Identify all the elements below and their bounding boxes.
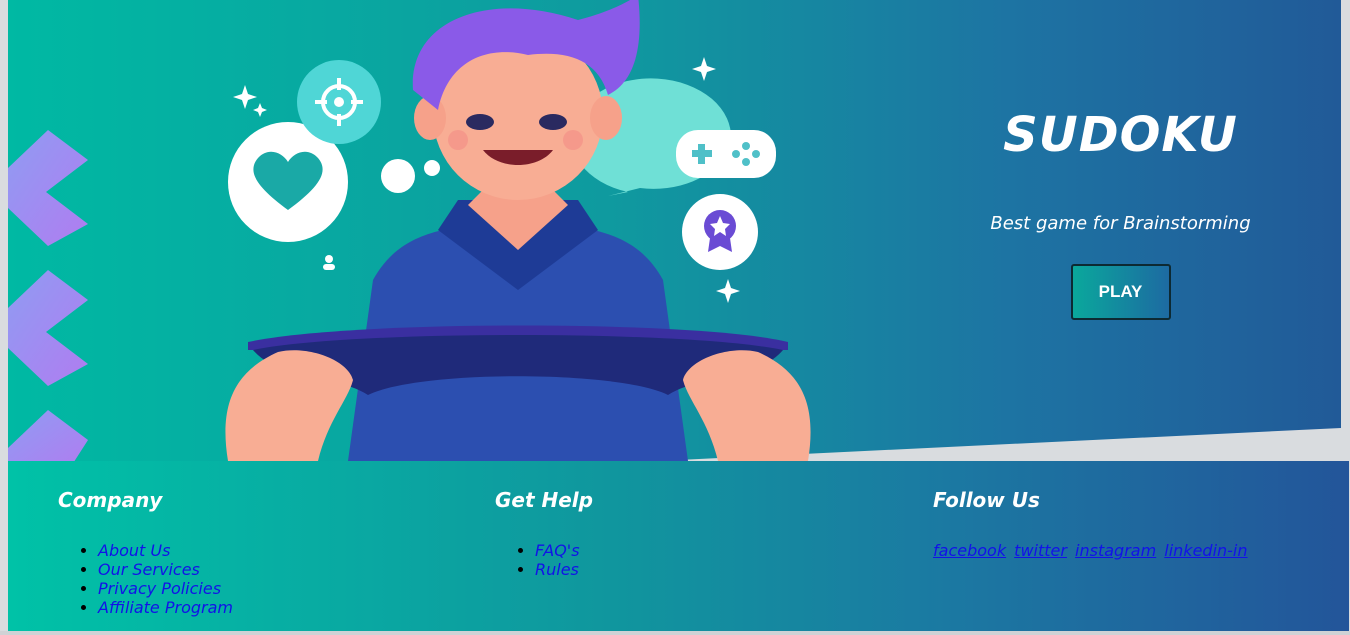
rules-link[interactable]: Rules (535, 560, 579, 579)
facebook-link[interactable]: facebook (933, 541, 1006, 560)
play-button[interactable]: PLAY (1070, 264, 1171, 320)
hero-banner: SUDOKU Best game for Brainstorming PLAY (8, 0, 1341, 461)
affiliate-program-link[interactable]: Affiliate Program (98, 598, 233, 617)
list-item: Our Services (98, 560, 233, 579)
footer-help-heading: Get Help (495, 488, 593, 512)
list-item: Privacy Policies (98, 579, 233, 598)
linkedin-link[interactable]: linkedin-in (1164, 541, 1247, 560)
instagram-link[interactable]: instagram (1075, 541, 1156, 560)
chevron-decoration (8, 130, 88, 461)
social-links: facebook twitter instagram linkedin-in (933, 541, 1251, 560)
footer-follow: Follow Us facebook twitter instagram lin… (933, 487, 1251, 560)
footer-follow-heading: Follow Us (933, 488, 1040, 512)
privacy-policies-link[interactable]: Privacy Policies (98, 579, 221, 598)
list-item: Rules (535, 560, 593, 579)
about-us-link[interactable]: About Us (98, 541, 170, 560)
list-item: About Us (98, 541, 233, 560)
hero-text: SUDOKU Best game for Brainstorming PLAY (928, 100, 1313, 320)
footer: Company About Us Our Services Privacy Po… (8, 461, 1349, 631)
footer-company: Company About Us Our Services Privacy Po… (58, 487, 233, 617)
footer-help: Get Help FAQ's Rules (495, 487, 593, 579)
list-item: Affiliate Program (98, 598, 233, 617)
gamer-illustration (225, 0, 811, 461)
faqs-link[interactable]: FAQ's (535, 541, 580, 560)
user-icon (323, 255, 335, 270)
help-link-list: FAQ's Rules (495, 541, 593, 579)
list-item: FAQ's (535, 541, 593, 560)
bottom-divider (0, 631, 1350, 635)
footer-company-heading: Company (58, 488, 163, 512)
twitter-link[interactable]: twitter (1014, 541, 1067, 560)
hero-subtitle: Best game for Brainstorming (990, 213, 1251, 234)
our-services-link[interactable]: Our Services (98, 560, 200, 579)
badge-icon (682, 194, 758, 270)
target-icon (297, 60, 381, 144)
page-title: SUDOKU (1003, 107, 1238, 163)
company-link-list: About Us Our Services Privacy Policies A… (58, 541, 233, 617)
